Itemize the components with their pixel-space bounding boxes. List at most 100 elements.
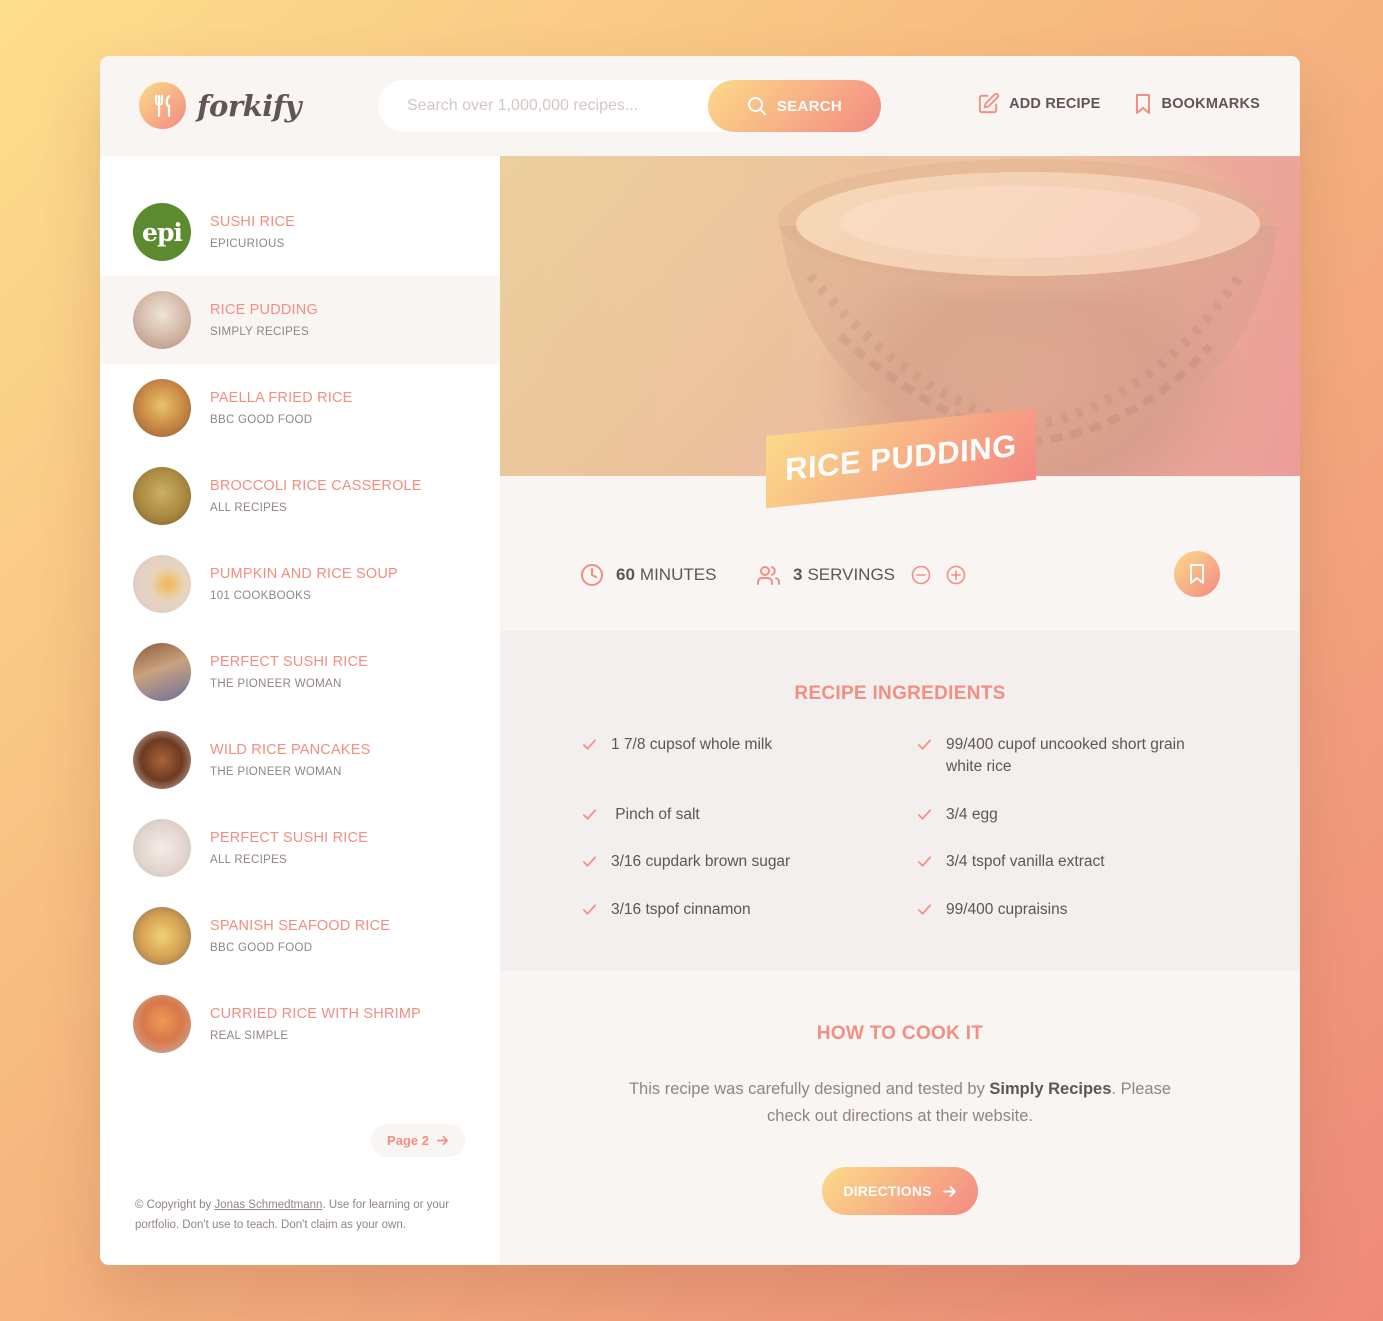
check-icon xyxy=(583,856,596,867)
arrow-right-icon xyxy=(942,1185,956,1197)
directions-button[interactable]: DIRECTIONS xyxy=(822,1167,978,1215)
increase-servings-button[interactable] xyxy=(946,565,978,585)
ingredient-text: Pinch of salt xyxy=(611,806,700,823)
result-title: SUSHI RICE xyxy=(210,214,295,230)
result-item[interactable]: PAELLA FRIED RICE BBC GOOD FOOD xyxy=(100,364,500,452)
result-item[interactable]: epi SUSHI RICE EPICURIOUS xyxy=(100,188,500,276)
result-publisher: 101 COOKBOOKS xyxy=(210,590,312,602)
clock-icon xyxy=(581,564,603,586)
result-publisher: BBC GOOD FOOD xyxy=(210,414,313,426)
check-icon xyxy=(918,856,931,867)
top-nav: ADD RECIPE BOOKMARKS xyxy=(945,92,1260,115)
ingredient-item: 3/16 cupdark brown sugar xyxy=(582,851,881,873)
recipe-view: RICE PUDDING 60 MINUTES 3 SERVINGS RECIP… xyxy=(500,156,1300,1265)
directions-text: This recipe was carefully designed and t… xyxy=(610,1076,1190,1130)
result-title: PERFECT SUSHI RICE xyxy=(210,830,369,846)
result-title: BROCCOLI RICE CASSEROLE xyxy=(210,478,422,494)
check-icon xyxy=(918,739,931,750)
result-title: SPANISH SEAFOOD RICE xyxy=(210,918,391,934)
result-thumbnail: epi xyxy=(133,203,191,261)
ingredient-text: 99/400 cupof uncooked short grain white … xyxy=(946,736,1185,775)
author-link[interactable]: Jonas Schmedtmann xyxy=(214,1199,322,1211)
bookmark-icon xyxy=(1135,93,1150,114)
ingredient-text: 3/4 egg xyxy=(946,806,998,823)
result-thumbnail xyxy=(133,643,191,701)
directions-publisher: Simply Recipes xyxy=(989,1080,1112,1098)
app-container: forkify SEARCH ADD RECIPE xyxy=(100,56,1300,1265)
servings-label: SERVINGS xyxy=(807,565,896,584)
bookmark-icon xyxy=(1190,564,1204,584)
logo[interactable]: forkify xyxy=(139,82,302,129)
result-item[interactable]: PUMPKIN AND RICE SOUP 101 COOKBOOKS xyxy=(100,540,500,628)
result-publisher: REAL SIMPLE xyxy=(210,1030,289,1042)
users-icon xyxy=(757,566,780,585)
ingredient-item: Pinch of salt xyxy=(582,804,881,826)
ingredient-item: 1 7/8 cupsof whole milk xyxy=(582,734,881,756)
next-page-label: Page 2 xyxy=(387,1133,429,1148)
ingredients-section: RECIPE INGREDIENTS 1 7/8 cupsof whole mi… xyxy=(500,631,1300,971)
result-thumbnail xyxy=(133,555,191,613)
result-thumbnail xyxy=(133,291,191,349)
servings: 3 SERVINGS xyxy=(756,563,981,587)
search-form: SEARCH xyxy=(378,80,881,132)
result-thumbnail xyxy=(133,995,191,1053)
ingredient-item: 99/400 cupof uncooked short grain white … xyxy=(917,734,1208,778)
results-list: epi SUSHI RICE EPICURIOUS RICE PUDDING S… xyxy=(100,188,500,1068)
result-item[interactable]: CURRIED RICE WITH SHRIMP REAL SIMPLE xyxy=(100,980,500,1068)
result-item[interactable]: SPANISH SEAFOOD RICE BBC GOOD FOOD xyxy=(100,892,500,980)
cooking-minutes: 60 xyxy=(616,565,635,584)
result-title: RICE PUDDING xyxy=(210,302,318,318)
edit-icon xyxy=(979,92,1000,114)
result-title: PERFECT SUSHI RICE xyxy=(210,654,369,670)
search-input[interactable] xyxy=(407,97,727,115)
cooking-time: 60 MINUTES xyxy=(580,563,716,587)
result-title: PUMPKIN AND RICE SOUP xyxy=(210,566,398,582)
check-icon xyxy=(583,809,596,820)
result-thumbnail xyxy=(133,907,191,965)
ingredient-text: 99/400 cupraisins xyxy=(946,901,1068,918)
add-recipe-button[interactable]: ADD RECIPE xyxy=(977,92,1100,115)
bookmarks-button[interactable]: BOOKMARKS xyxy=(1133,93,1260,115)
result-item[interactable]: WILD RICE PANCAKES THE PIONEER WOMAN xyxy=(100,716,500,804)
ingredient-item: 3/16 tspof cinnamon xyxy=(582,899,881,921)
logo-text: forkify xyxy=(197,88,302,123)
result-publisher: SIMPLY RECIPES xyxy=(210,326,310,338)
ingredient-text: 3/16 cupdark brown sugar xyxy=(611,853,791,870)
result-item[interactable]: PERFECT SUSHI RICE THE PIONEER WOMAN xyxy=(100,628,500,716)
ingredients-heading: RECIPE INGREDIENTS xyxy=(794,683,1006,704)
minutes-label: MINUTES xyxy=(639,565,717,584)
decrease-servings-button[interactable] xyxy=(911,565,943,585)
directions-heading: HOW TO COOK IT xyxy=(816,1023,984,1044)
directions-button-label: DIRECTIONS xyxy=(843,1183,932,1199)
result-title: WILD RICE PANCAKES xyxy=(210,742,371,758)
result-publisher: ALL RECIPES xyxy=(210,502,288,514)
result-publisher: BBC GOOD FOOD xyxy=(210,942,313,954)
check-icon xyxy=(918,904,931,915)
bookmark-recipe-button[interactable] xyxy=(1174,551,1220,597)
servings-count: 3 xyxy=(793,565,803,584)
result-thumbnail xyxy=(133,379,191,437)
search-results-sidebar: epi SUSHI RICE EPICURIOUS RICE PUDDING S… xyxy=(100,156,500,1265)
plus-circle-icon xyxy=(946,565,966,585)
copyright: © Copyright by Jonas Schmedtmann. Use fo… xyxy=(135,1195,475,1235)
result-item[interactable]: BROCCOLI RICE CASSEROLE ALL RECIPES xyxy=(100,452,500,540)
epicurious-logo: epi xyxy=(142,217,183,247)
next-page-button[interactable]: Page 2 xyxy=(371,1124,465,1157)
check-icon xyxy=(583,904,596,915)
check-icon xyxy=(918,809,931,820)
ingredient-item: 99/400 cupraisins xyxy=(917,899,1216,921)
directions-prefix: This recipe was carefully designed and t… xyxy=(628,1080,990,1098)
ingredient-item: 3/4 tspof vanilla extract xyxy=(917,851,1216,873)
copyright-prefix: © Copyright by xyxy=(135,1199,215,1211)
minus-circle-icon xyxy=(911,565,931,585)
search-button-label: SEARCH xyxy=(776,97,843,115)
ingredient-text: 3/16 tspof cinnamon xyxy=(611,901,751,918)
ingredient-text: 1 7/8 cupsof whole milk xyxy=(611,736,773,753)
result-thumbnail xyxy=(133,467,191,525)
result-item-active[interactable]: RICE PUDDING SIMPLY RECIPES xyxy=(100,276,500,364)
result-title: PAELLA FRIED RICE xyxy=(210,390,353,406)
search-icon xyxy=(747,97,766,115)
search-button[interactable]: SEARCH xyxy=(708,80,881,132)
add-recipe-label: ADD RECIPE xyxy=(1009,95,1101,112)
result-item[interactable]: PERFECT SUSHI RICE ALL RECIPES xyxy=(100,804,500,892)
